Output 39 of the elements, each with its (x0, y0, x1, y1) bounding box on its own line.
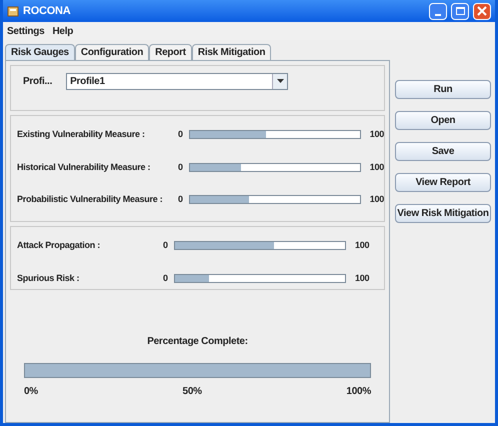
gauge-max: 100 (370, 193, 384, 206)
action-button[interactable]: View Report (395, 173, 491, 192)
progress-tick: 100% (346, 385, 371, 399)
gauge-min: 0 (178, 128, 184, 141)
progress-tick: 50% (182, 385, 202, 399)
minimize-button[interactable] (429, 2, 447, 20)
progress-tick: 0% (24, 385, 38, 399)
gauge-label: Existing Vulnerability Measure : (17, 128, 146, 141)
gauge-max: 100 (355, 239, 370, 252)
gauge-label: Probabilistic Vulnerability Measure : (17, 193, 164, 206)
progress-label: Percentage Complete: (147, 335, 248, 349)
tab[interactable]: Configuration (74, 44, 150, 60)
profile-dropdown[interactable]: Profile1 (66, 72, 288, 90)
maximize-button[interactable] (451, 2, 469, 20)
tab[interactable]: Risk Mitigation (192, 44, 272, 60)
gauge-label: Spurious Risk : (17, 272, 80, 285)
menu-item[interactable]: Help (52, 24, 74, 38)
gauge-max: 100 (355, 272, 370, 284)
close-button[interactable] (473, 2, 491, 20)
action-button[interactable]: Save (395, 142, 491, 161)
gauge-max: 100 (370, 160, 384, 174)
caret-icon (276, 79, 284, 83)
action-button[interactable]: View Risk Mitigation (395, 204, 491, 223)
gauge-min: 0 (178, 193, 184, 206)
gauge-min: 0 (178, 160, 184, 174)
gauge-min: 0 (163, 239, 169, 252)
gauge-label: Historical Vulnerability Measure : (17, 160, 152, 174)
gauge-max: 100 (370, 128, 384, 141)
menu-item[interactable]: Settings (7, 24, 44, 38)
gauge-label: Attack Propagation : (17, 239, 102, 252)
window-title: ROCONA (23, 4, 72, 19)
gauge-min: 0 (163, 272, 169, 284)
app-icon (7, 5, 19, 17)
profile-label: Profi... (23, 74, 52, 88)
action-button[interactable]: Run (395, 80, 491, 99)
close-icon (477, 6, 487, 16)
tab[interactable]: Risk Gauges (5, 44, 75, 60)
action-button[interactable]: Open (395, 111, 491, 130)
tab[interactable]: Report (149, 44, 192, 60)
